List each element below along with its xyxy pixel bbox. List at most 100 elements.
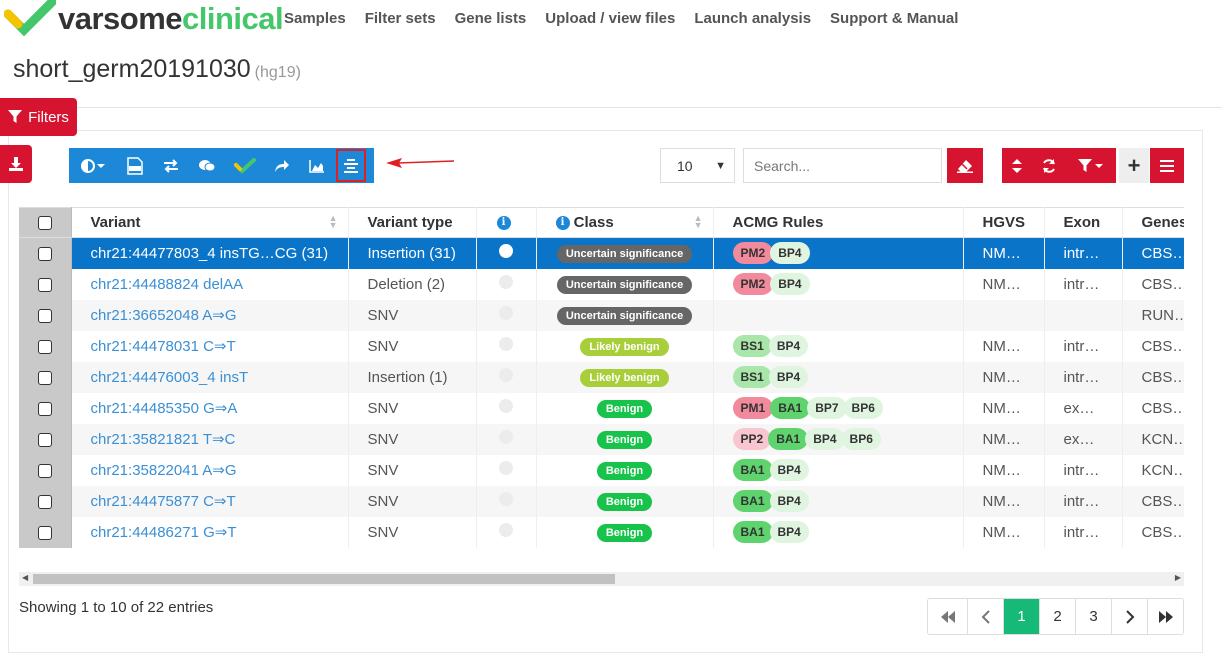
nav-gene-lists[interactable]: Gene lists (455, 10, 527, 27)
variant-link[interactable]: chr21:35822041 A⇒G (91, 462, 237, 479)
contrast-menu-button[interactable] (69, 148, 117, 183)
table-row[interactable]: chr21:36652048 A⇒G SNV Uncertain significa… (19, 299, 1184, 331)
acmg-rule-badge[interactable]: BA1 (732, 459, 773, 481)
table-row[interactable]: chr21:44476003_4 insT Insertion (1) Likely… (19, 361, 1184, 393)
align-center-button[interactable] (335, 148, 367, 183)
column-header-genes[interactable]: Genes (1122, 207, 1184, 238)
row-checkbox[interactable] (37, 494, 52, 509)
variant-cell[interactable]: chr21:44486271 G⇒T (71, 516, 349, 548)
variant-cell[interactable]: chr21:35822041 A⇒G (71, 454, 349, 486)
acmg-rule-badge[interactable]: BP4 (805, 428, 845, 450)
refresh-button[interactable] (1032, 148, 1066, 183)
acmg-rule-badge[interactable]: BP6 (841, 428, 881, 450)
variant-cell[interactable]: chr21:44477803_4 insTG…CG (31) (71, 237, 349, 269)
horizontal-scrollbar[interactable]: ◀ ▶ (19, 572, 1184, 586)
variant-link[interactable]: chr21:36652048 A⇒G (91, 307, 237, 324)
chart-button[interactable] (299, 148, 335, 183)
brand-logo[interactable]: varsomeclinical (4, 0, 284, 38)
table-row[interactable]: chr21:44485350 G⇒A SNV Benign PM1 BA1 BP7 BP6 N… (19, 392, 1184, 424)
varsome-button[interactable] (225, 148, 265, 183)
row-checkbox[interactable] (37, 525, 52, 540)
acmg-rule-badge[interactable]: BP7 (807, 397, 847, 419)
table-row[interactable]: chr21:44478031 C⇒T SNV Likely benign BS1 BP4… (19, 330, 1184, 362)
variant-cell[interactable]: chr21:36652048 A⇒G (71, 299, 349, 331)
acmg-rule-badge[interactable]: PP2 (732, 428, 772, 450)
variant-cell[interactable]: chr21:44485350 G⇒A (71, 392, 349, 424)
row-checkbox[interactable] (37, 339, 52, 354)
scroll-left-icon[interactable]: ◀ (22, 573, 28, 582)
menu-button[interactable] (1150, 148, 1184, 183)
share-button[interactable] (265, 148, 299, 183)
acmg-rule-badge[interactable]: BA1 (732, 521, 773, 543)
nav-upload-view-files[interactable]: Upload / view files (545, 10, 675, 27)
variant-cell[interactable]: chr21:35821821 T⇒C (71, 423, 349, 455)
variant-link[interactable]: chr21:44485350 G⇒A (91, 400, 238, 417)
clear-search-button[interactable] (947, 148, 983, 183)
acmg-rule-badge[interactable]: BS1 (732, 335, 772, 357)
first-page-button[interactable] (928, 599, 967, 634)
variant-cell[interactable]: chr21:44488824 delAA (71, 268, 349, 300)
table-row[interactable]: chr21:44486271 G⇒T SNV Benign BA1 BP4 NM… intr… (19, 516, 1184, 548)
acmg-rule-badge[interactable]: BP4 (768, 366, 809, 388)
variant-link[interactable]: chr21:44477803_4 insTG…CG (31) (91, 245, 329, 262)
variant-cell[interactable]: chr21:44475877 C⇒T (71, 485, 349, 517)
variant-link[interactable]: chr21:44488824 delAA (91, 276, 244, 293)
row-checkbox[interactable] (37, 246, 52, 261)
page-2-button[interactable]: 2 (1039, 599, 1075, 634)
page-1-button[interactable]: 1 (1003, 599, 1039, 634)
row-checkbox[interactable] (37, 370, 52, 385)
table-row[interactable]: chr21:44475877 C⇒T SNV Benign BA1 BP4 NM… intr… (19, 485, 1184, 517)
nav-filter-sets[interactable]: Filter sets (365, 10, 436, 27)
variant-link[interactable]: chr21:44475877 C⇒T (91, 493, 236, 510)
table-row[interactable]: chr21:35821821 T⇒C SNV Benign PP2 BA1 BP4 BP6 N… (19, 423, 1184, 455)
search-input[interactable] (743, 148, 942, 183)
variant-link[interactable]: chr21:35821821 T⇒C (91, 431, 236, 448)
column-header-hgvs[interactable]: HGVS (963, 207, 1045, 238)
column-header-info[interactable]: i (476, 207, 537, 238)
last-page-button[interactable] (1147, 599, 1183, 634)
variant-link[interactable]: chr21:44478031 C⇒T (91, 338, 236, 355)
acmg-rule-badge[interactable]: BP4 (769, 490, 809, 512)
scrollbar-thumb[interactable] (33, 574, 615, 584)
row-checkbox[interactable] (37, 463, 52, 478)
acmg-rule-badge[interactable]: BP6 (843, 397, 883, 419)
filters-button[interactable]: Filters (0, 98, 77, 136)
scroll-right-icon[interactable]: ▶ (1175, 573, 1181, 582)
table-row[interactable]: chr21:44477803_4 insTG…CG (31) Insertion … (19, 237, 1184, 269)
acmg-rule-badge[interactable]: PM2 (732, 242, 774, 265)
acmg-rule-badge[interactable]: BA1 (768, 428, 809, 450)
table-row[interactable]: chr21:44488824 delAA Deletion (2) Uncertai… (19, 268, 1184, 300)
comments-button[interactable] (189, 148, 225, 183)
acmg-rule-badge[interactable]: BP4 (768, 335, 809, 357)
select-all-checkbox[interactable] (37, 216, 52, 231)
variant-link[interactable]: chr21:44486271 G⇒T (91, 524, 237, 541)
acmg-rule-badge[interactable]: BS1 (732, 366, 772, 388)
page-length-select[interactable]: 10 ▼ (660, 148, 735, 183)
column-header-variant-type[interactable]: Variant type (348, 207, 477, 238)
acmg-rule-badge[interactable]: BP4 (769, 521, 809, 543)
filter-dropdown-button[interactable] (1066, 148, 1116, 183)
row-checkbox[interactable] (37, 277, 52, 292)
column-header-class[interactable]: i Class ▲ ▼ (536, 207, 714, 238)
acmg-rule-badge[interactable]: BP4 (770, 273, 810, 295)
nav-support-manual[interactable]: Support & Manual (830, 10, 958, 27)
acmg-rule-badge[interactable]: PM1 (732, 397, 774, 419)
vcf-export-button[interactable] (117, 148, 153, 183)
nav-launch-analysis[interactable]: Launch analysis (694, 10, 811, 27)
acmg-rule-badge[interactable]: BP4 (770, 242, 810, 265)
download-button[interactable] (0, 145, 32, 183)
acmg-rule-badge[interactable]: BP4 (769, 459, 809, 481)
acmg-rule-badge[interactable]: BA1 (770, 397, 811, 419)
add-button[interactable]: + (1119, 148, 1149, 183)
page-3-button[interactable]: 3 (1075, 599, 1111, 634)
next-page-button[interactable] (1111, 599, 1147, 634)
table-row[interactable]: chr21:35822041 A⇒G SNV Benign BA1 BP4 NM… intr… (19, 454, 1184, 486)
swap-button[interactable] (153, 148, 189, 183)
column-header-variant[interactable]: Variant ▲ ▼ (71, 207, 349, 238)
column-header-acmg-rules[interactable]: ACMG Rules (713, 207, 964, 238)
row-checkbox[interactable] (37, 401, 52, 416)
acmg-rule-badge[interactable]: PM2 (732, 273, 774, 295)
variant-cell[interactable]: chr21:44476003_4 insT (71, 361, 349, 393)
column-header-exon[interactable]: Exon (1044, 207, 1123, 238)
row-checkbox[interactable] (37, 432, 52, 447)
